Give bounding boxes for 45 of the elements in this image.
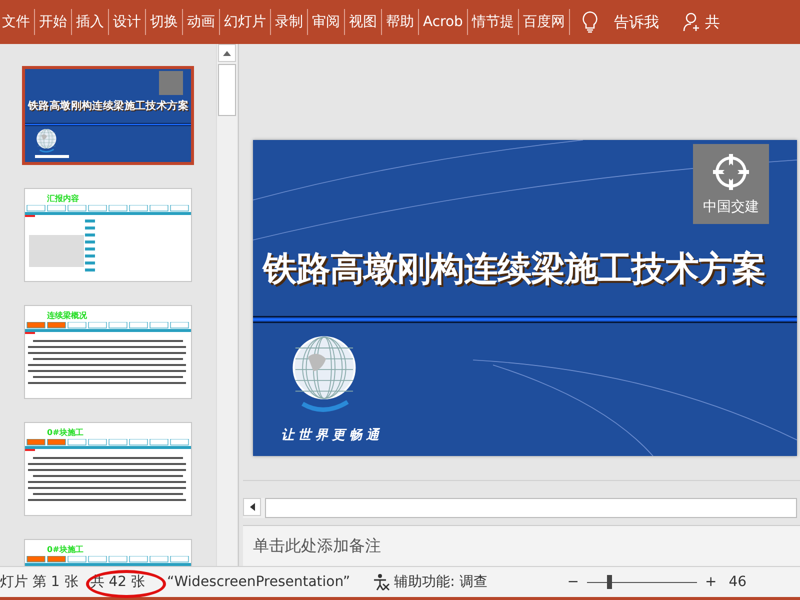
slogan-text: 让世界更畅通 [281, 427, 383, 444]
ribbon-tab[interactable]: Acrob [419, 9, 468, 35]
ribbon-tab[interactable]: 情节提 [468, 9, 519, 35]
ribbon-tab[interactable]: 审阅 [308, 9, 345, 35]
accessibility-icon [372, 573, 390, 591]
ribbon-tab[interactable]: 录制 [271, 9, 308, 35]
slide-heading: 0#块施工 [47, 544, 84, 555]
scroll-up-button[interactable] [218, 44, 236, 62]
lightbulb-icon [582, 11, 598, 33]
ribbon-tab[interactable]: 设计 [109, 9, 146, 35]
ribbon-tab[interactable]: 动画 [183, 9, 220, 35]
ribbon-tab[interactable]: 文件 [0, 9, 35, 35]
logo-text: 中国交建 [703, 198, 759, 216]
logo-mark-icon [711, 152, 751, 192]
tell-me-field[interactable]: 告诉我 [614, 12, 659, 32]
ribbon-tab[interactable]: 百度网 [518, 9, 570, 35]
logo-block [159, 71, 183, 95]
share-button[interactable]: 共 [682, 12, 720, 32]
accessibility-status[interactable]: 辅助功能: 调查 [394, 573, 488, 591]
slide-title: 铁路高墩刚构连续梁施工技术方案 [28, 99, 189, 113]
scroll-thumb[interactable] [218, 64, 236, 116]
slogan-line [35, 155, 69, 158]
slide-heading: 汇报内容 [47, 193, 79, 204]
slide-position-text: 灯片 第 1 张 [0, 573, 78, 591]
ribbon-tab[interactable]: 幻灯片 [220, 9, 271, 35]
notes-field[interactable]: 单击此处添加备注 [243, 525, 800, 566]
ribbon-tab[interactable]: 视图 [345, 9, 382, 35]
zoom-slider-thumb[interactable] [606, 575, 612, 589]
zoom-percent-text[interactable]: 46 [728, 574, 747, 590]
slide-title: 铁路高墩刚构连续梁施工技术方案 [263, 248, 766, 292]
slide-heading: 0#块施工 [47, 427, 84, 438]
theme-name-text: “WidescreenPresentation” [166, 574, 350, 590]
zoom-in-button[interactable]: + [705, 574, 717, 590]
ribbon-tab[interactable]: 切换 [146, 9, 183, 35]
ribbon-tab[interactable]: 帮助 [382, 9, 419, 35]
zoom-out-button[interactable]: − [567, 574, 580, 590]
up-arrow-icon [223, 50, 231, 56]
ribbon-tab[interactable]: 开始 [35, 9, 72, 35]
left-arrow-icon [250, 503, 254, 512]
ribbon-tab[interactable]: 插入 [72, 9, 109, 35]
slide-heading: 连续梁概况 [47, 310, 87, 321]
scroll-left-button[interactable] [243, 498, 261, 516]
slide-thumbnail[interactable]: 铁路高墩刚构连续梁施工技术方案 [22, 66, 194, 165]
person-add-icon [682, 12, 701, 32]
zoom-slider[interactable] [587, 575, 698, 589]
